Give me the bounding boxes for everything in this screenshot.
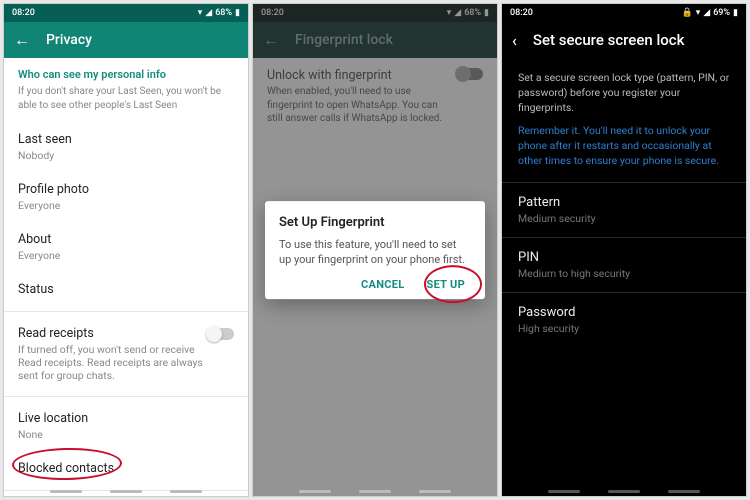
setup-fingerprint-dialog: Set Up Fingerprint To use this feature, … — [265, 201, 485, 299]
lock-icon: 🔒 — [682, 8, 693, 18]
battery-label: 68% — [215, 8, 232, 18]
nav-bar — [50, 490, 202, 493]
item-last-seen[interactable]: Last seen Nobody — [4, 122, 248, 172]
wifi-icon: ▾ — [696, 8, 701, 18]
dialog-title: Set Up Fingerprint — [279, 215, 471, 230]
status-bar: 08:20 ▾ ◢ 68% ▮ — [4, 4, 248, 22]
signal-icon: ◢ — [703, 8, 710, 18]
page-title: Privacy — [46, 32, 92, 48]
app-bar: ‹ Set secure screen lock — [502, 22, 746, 58]
panel-privacy: 08:20 ▾ ◢ 68% ▮ ← Privacy Who can see my… — [3, 3, 249, 497]
back-icon[interactable]: ← — [14, 30, 30, 50]
divider — [4, 396, 248, 397]
description: Set a secure screen lock type (pattern, … — [518, 70, 730, 116]
item-read-receipts[interactable]: Read receipts If turned off, you won't s… — [4, 316, 248, 392]
battery-icon: ▮ — [235, 8, 240, 18]
nav-bar — [548, 490, 700, 493]
back-icon[interactable]: ‹ — [512, 31, 517, 50]
reminder-note: Remember it. You'll need it to unlock yo… — [518, 123, 730, 169]
status-time: 08:20 — [510, 8, 533, 18]
secure-lock-content: Set a secure screen lock type (pattern, … — [502, 58, 746, 183]
setup-button[interactable]: SET UP — [427, 278, 465, 291]
nav-bar — [299, 490, 451, 493]
signal-icon: ◢ — [205, 8, 212, 18]
option-pattern[interactable]: Pattern Medium security — [502, 183, 746, 237]
status-bar: 08:20 🔒 ▾ ◢ 69% ▮ — [502, 4, 746, 22]
item-about[interactable]: About Everyone — [4, 222, 248, 272]
privacy-content[interactable]: Who can see my personal info If you don'… — [4, 58, 248, 496]
wifi-icon: ▾ — [198, 8, 203, 18]
last-seen-hint: If you don't share your Last Seen, you w… — [4, 85, 248, 122]
cancel-button[interactable]: CANCEL — [361, 278, 405, 291]
dialog-body: To use this feature, you'll need to set … — [279, 238, 471, 268]
item-profile-photo[interactable]: Profile photo Everyone — [4, 172, 248, 222]
app-bar: ← Privacy — [4, 22, 248, 58]
divider — [4, 311, 248, 312]
option-password[interactable]: Password High security — [502, 293, 746, 347]
panel-fingerprint-dialog: 08:20 ▾ ◢ 68% ▮ ← Fingerprint lock Unloc… — [252, 3, 498, 497]
battery-label: 69% — [713, 8, 730, 18]
battery-icon: ▮ — [733, 8, 738, 18]
item-status[interactable]: Status — [4, 272, 248, 307]
item-live-location[interactable]: Live location None — [4, 401, 248, 451]
item-blocked-contacts[interactable]: Blocked contacts — [4, 451, 248, 486]
item-fingerprint-lock[interactable]: Fingerprint lock Disabled — [4, 495, 248, 496]
status-time: 08:20 — [12, 8, 35, 18]
page-title: Set secure screen lock — [533, 31, 685, 49]
section-header: Who can see my personal info — [4, 58, 248, 85]
panel-secure-lock: 08:20 🔒 ▾ ◢ 69% ▮ ‹ Set secure screen lo… — [501, 3, 747, 497]
option-pin[interactable]: PIN Medium to high security — [502, 238, 746, 292]
read-receipts-toggle[interactable] — [208, 328, 234, 340]
